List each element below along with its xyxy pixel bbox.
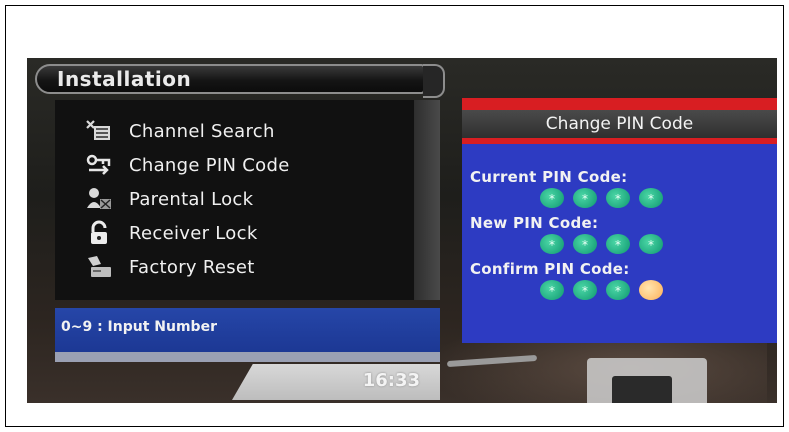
hint-text: 0~9 : Input Number <box>61 319 217 335</box>
pin-digit: * <box>606 280 630 300</box>
pin-digit: * <box>573 280 597 300</box>
channel-search-icon <box>85 118 113 144</box>
pin-digit: * <box>573 234 597 254</box>
pin-digit-cursor[interactable] <box>639 280 663 300</box>
page-title: Installation <box>57 67 192 91</box>
installation-menu: Channel Search Change PIN Code Parental … <box>55 100 440 300</box>
menu-item-parental-lock[interactable]: Parental Lock <box>55 182 405 216</box>
menu-item-label: Factory Reset <box>129 256 255 278</box>
menu-item-change-pin-code[interactable]: Change PIN Code <box>55 148 405 182</box>
current-pin-field[interactable]: * * * * <box>540 188 663 208</box>
pin-digit: * <box>573 188 597 208</box>
current-pin-label: Current PIN Code: <box>470 168 628 186</box>
hint-bar: 0~9 : Input Number <box>55 308 440 352</box>
room-reflection <box>612 376 672 403</box>
menu-item-channel-search[interactable]: Channel Search <box>55 114 405 148</box>
menu-scrollbar[interactable] <box>414 100 440 300</box>
clock-time: 16:33 <box>362 370 420 391</box>
menu-item-label: Change PIN Code <box>129 154 290 176</box>
menu-header: Installation <box>35 64 445 98</box>
padlock-icon <box>85 220 113 246</box>
change-pin-dialog: Change PIN Code Current PIN Code: * * * … <box>462 98 777 343</box>
clock-bar: 16:33 <box>232 364 440 400</box>
new-pin-field[interactable]: * * * * <box>540 234 663 254</box>
photo-frame: Installation Channel Search Change PIN C… <box>5 5 784 427</box>
header-tab-decoration <box>423 64 445 98</box>
tv-screen: Installation Channel Search Change PIN C… <box>27 58 777 403</box>
pin-digit: * <box>540 188 564 208</box>
hint-strip-divider <box>55 352 440 362</box>
menu-item-factory-reset[interactable]: Factory Reset <box>55 250 405 284</box>
dialog-header: Change PIN Code <box>462 98 777 144</box>
confirm-pin-label: Confirm PIN Code: <box>470 260 630 278</box>
menu-item-label: Receiver Lock <box>129 222 258 244</box>
pin-digit: * <box>540 280 564 300</box>
pin-digit: * <box>639 234 663 254</box>
confirm-pin-field[interactable]: * * * <box>540 280 663 300</box>
menu-item-label: Parental Lock <box>129 188 254 210</box>
menu-item-receiver-lock[interactable]: Receiver Lock <box>55 216 405 250</box>
parental-lock-icon <box>85 186 113 212</box>
pin-digit: * <box>606 234 630 254</box>
pin-digit: * <box>540 234 564 254</box>
dialog-title: Change PIN Code <box>462 110 777 138</box>
menu-item-label: Channel Search <box>129 120 275 142</box>
change-pin-icon <box>85 152 113 178</box>
new-pin-label: New PIN Code: <box>470 214 599 232</box>
factory-reset-icon <box>85 254 113 280</box>
pin-digit: * <box>606 188 630 208</box>
pin-digit: * <box>639 188 663 208</box>
